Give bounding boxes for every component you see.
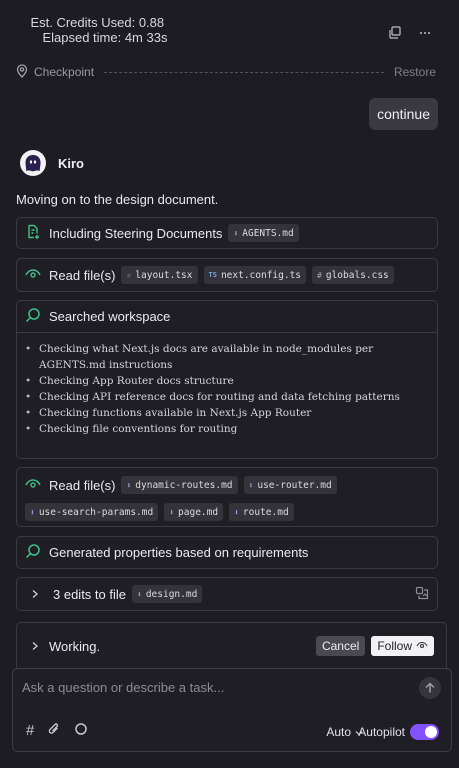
- file-chip[interactable]: TS next.config.ts: [203, 266, 307, 284]
- paperclip-icon[interactable]: [48, 722, 60, 739]
- message-actions: [388, 26, 431, 39]
- generated-properties-card[interactable]: Generated properties based on requiremen…: [16, 536, 438, 569]
- markdown-file-icon: ⬇: [137, 589, 142, 599]
- file-chip[interactable]: ⬇ dynamic-routes.md: [121, 476, 238, 494]
- chat-input[interactable]: Ask a question or describe a task...: [22, 680, 224, 695]
- checkpoint-divider: [104, 71, 384, 73]
- autopilot-label: Autopilot: [358, 725, 405, 739]
- search-icon: [25, 307, 41, 326]
- css-file-icon: #: [317, 270, 322, 280]
- read-files-card[interactable]: Read file(s) ⚛ layout.tsx TS next.config.t…: [16, 258, 438, 292]
- follow-label: Follow: [377, 639, 412, 653]
- copy-icon[interactable]: [388, 26, 401, 39]
- file-chip[interactable]: ⬇ route.md: [229, 503, 294, 521]
- file-chip[interactable]: ⚛ layout.tsx: [121, 266, 198, 284]
- list-item: Checking functions available in Next.js …: [25, 405, 429, 421]
- chevron-right-icon[interactable]: [31, 639, 39, 654]
- steering-label: Including Steering Documents: [49, 225, 223, 241]
- edits-card[interactable]: 3 edits to file ⬇ design.md: [16, 577, 438, 611]
- kiro-avatar-icon: [20, 150, 46, 176]
- markdown-file-icon: ⬇: [30, 507, 35, 517]
- cancel-button[interactable]: Cancel: [315, 636, 366, 656]
- usage-header: Est. Credits Used: 0.88 Elapsed time: 4m…: [0, 0, 459, 45]
- search-icon: [25, 543, 41, 562]
- edits-label: 3 edits to file: [53, 586, 126, 602]
- context-circle-icon[interactable]: [74, 722, 88, 739]
- steering-card[interactable]: Including Steering Documents ⬇ AGENTS.md: [16, 217, 438, 249]
- typescript-file-icon: TS: [208, 271, 217, 279]
- markdown-file-icon: ⬇: [234, 507, 239, 517]
- search-card[interactable]: Searched workspace Checking what Next.js…: [16, 300, 438, 459]
- document-plus-icon: [25, 224, 41, 243]
- elapsed-time: Elapsed time: 4m 33s: [42, 30, 168, 45]
- list-item: Checking what Next.js docs are available…: [25, 341, 429, 373]
- file-chip[interactable]: # globals.css: [312, 266, 394, 284]
- file-chip[interactable]: ⬇ page.md: [164, 503, 224, 521]
- react-file-icon: ⚛: [126, 270, 132, 280]
- send-button[interactable]: [419, 677, 441, 699]
- eye-icon: [416, 639, 428, 653]
- list-item: Checking API reference docs for routing …: [25, 389, 429, 405]
- more-options-icon[interactable]: [419, 31, 431, 35]
- agent-name: Kiro: [58, 155, 84, 171]
- search-results: Checking what Next.js docs are available…: [17, 332, 437, 443]
- restore-button[interactable]: Restore: [394, 65, 436, 79]
- model-label: Auto: [326, 725, 351, 739]
- file-chip[interactable]: ⬇ design.md: [132, 585, 203, 603]
- markdown-file-icon: ⬇: [233, 228, 239, 238]
- agent-header: Kiro: [20, 150, 84, 176]
- toggle-knob: [425, 726, 437, 738]
- checkpoint-row: Checkpoint Restore: [16, 63, 436, 81]
- markdown-file-icon: ⬇: [126, 480, 132, 490]
- read-files-label: Read file(s): [49, 477, 116, 493]
- location-pin-icon: [16, 63, 28, 81]
- composer-tools: #: [26, 722, 88, 739]
- checkpoint-label: Checkpoint: [34, 65, 95, 79]
- list-item: Checking App Router docs structure: [25, 373, 429, 389]
- read-files-card[interactable]: Read file(s) ⬇ dynamic-routes.md ⬇ use-rou…: [16, 467, 438, 527]
- file-chip[interactable]: ⬇ use-router.md: [243, 476, 337, 494]
- working-card: Working. Cancel Follow: [16, 622, 447, 670]
- markdown-file-icon: ⬇: [169, 507, 175, 517]
- autopilot-toggle[interactable]: [410, 724, 439, 740]
- chat-composer[interactable]: Ask a question or describe a task... # A…: [12, 668, 452, 752]
- chevron-right-icon[interactable]: [31, 587, 39, 602]
- search-label: Searched workspace: [49, 309, 171, 324]
- file-chip[interactable]: ⬇ AGENTS.md: [228, 224, 299, 242]
- list-item: Checking file conventions for routing: [25, 421, 429, 437]
- compare-changes-icon[interactable]: [415, 586, 429, 603]
- eye-icon: [25, 268, 41, 283]
- generated-label: Generated properties based on requiremen…: [49, 545, 309, 560]
- eye-icon: [25, 478, 41, 493]
- user-message: continue: [369, 98, 438, 130]
- credits-used: Est. Credits Used: 0.88: [30, 15, 165, 30]
- file-chip[interactable]: ⬇ use-search-params.md: [25, 503, 159, 521]
- working-status: Working.: [49, 638, 101, 654]
- markdown-file-icon: ⬇: [248, 480, 254, 490]
- hashtag-icon[interactable]: #: [26, 722, 34, 739]
- follow-button[interactable]: Follow: [371, 636, 434, 656]
- read-files-label: Read file(s): [49, 267, 116, 283]
- agent-message: Moving on to the design document.: [16, 192, 219, 207]
